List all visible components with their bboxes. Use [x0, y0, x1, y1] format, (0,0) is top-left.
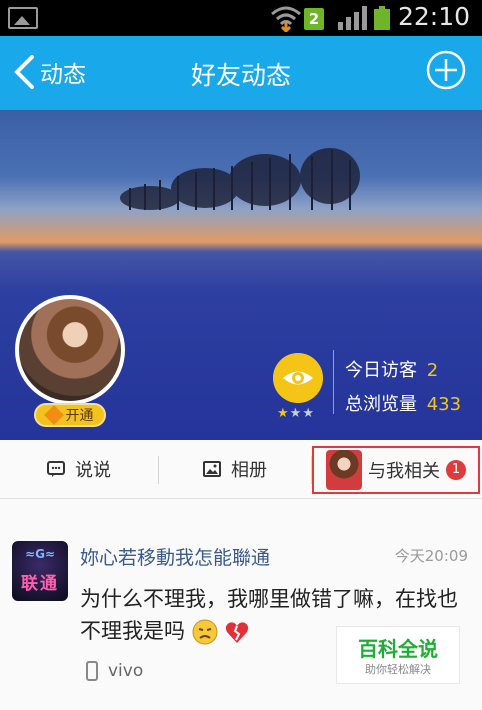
star-icon: ★: [289, 406, 303, 421]
post-timestamp: 今天20:09: [394, 547, 468, 565]
picture-icon: [203, 461, 221, 477]
diamond-icon: [43, 405, 64, 425]
stat-label: 今日访客: [345, 360, 417, 381]
battery-icon: [374, 6, 390, 30]
notification-badge: 1: [446, 460, 466, 480]
avatar-logo: ≈G≈: [25, 547, 55, 561]
star-icon: ★: [302, 406, 315, 421]
broken-heart-icon: [226, 622, 249, 643]
add-button[interactable]: [426, 50, 466, 90]
speech-bubble-icon: [47, 461, 65, 477]
watermark-subtitle: 助你轻松解决: [365, 663, 431, 676]
stat-value: 433: [426, 394, 462, 415]
title-bar: 动态 好友动态: [0, 36, 482, 110]
today-visitors-stat[interactable]: 今日访客 2: [345, 356, 438, 382]
tab-label: 相册: [231, 460, 267, 481]
status-bar: 2 22:10: [0, 0, 482, 36]
tab-label: 与我相关: [368, 461, 440, 482]
tab-album[interactable]: 相册: [159, 440, 311, 498]
total-views-stat[interactable]: 总浏览量 433: [345, 390, 461, 416]
star-icon: ★: [277, 406, 290, 421]
tab-shuoshuo[interactable]: 说说: [0, 440, 158, 498]
user-avatar[interactable]: [15, 295, 125, 405]
vip-label: 开通: [65, 408, 94, 424]
avatar-text: 联通: [21, 574, 59, 594]
stat-divider: [333, 350, 334, 414]
stat-value: 2: [426, 360, 439, 381]
profile-tabs: 说说 相册 与我相关 1: [0, 440, 482, 499]
stat-label: 总浏览量: [345, 394, 417, 415]
avatar-photo: [19, 299, 121, 401]
vip-open-button[interactable]: 开通: [34, 403, 106, 427]
star-rating: ★★★: [277, 406, 315, 421]
post-device: vivo: [86, 661, 143, 681]
wifi-icon: [271, 6, 301, 32]
page-title: 好友动态: [190, 61, 291, 90]
cover-photo[interactable]: 开通 ★★★ 今日访客 2 总浏览量 433: [0, 110, 482, 440]
tab-related-to-me[interactable]: 与我相关 1: [312, 446, 480, 494]
watermark-title: 百科全说: [358, 637, 438, 661]
post-author-avatar[interactable]: ≈G≈ 联通: [12, 541, 68, 601]
eye-button[interactable]: [273, 353, 323, 403]
post-author-name[interactable]: 妳心若移動我怎能聯通: [80, 543, 270, 570]
sad-face-icon: [192, 619, 218, 645]
sim-indicator: 2: [304, 8, 324, 30]
image-notification-icon: [8, 7, 38, 29]
signal-icon: [338, 6, 367, 30]
related-avatar: [326, 450, 362, 490]
tab-label: 说说: [75, 460, 111, 481]
phone-icon: [86, 661, 98, 681]
device-name: vivo: [108, 661, 144, 681]
clock: 22:10: [398, 2, 471, 31]
watermark-logo: 百科全说 助你轻松解决: [336, 626, 460, 684]
cover-scenery: [120, 148, 360, 210]
